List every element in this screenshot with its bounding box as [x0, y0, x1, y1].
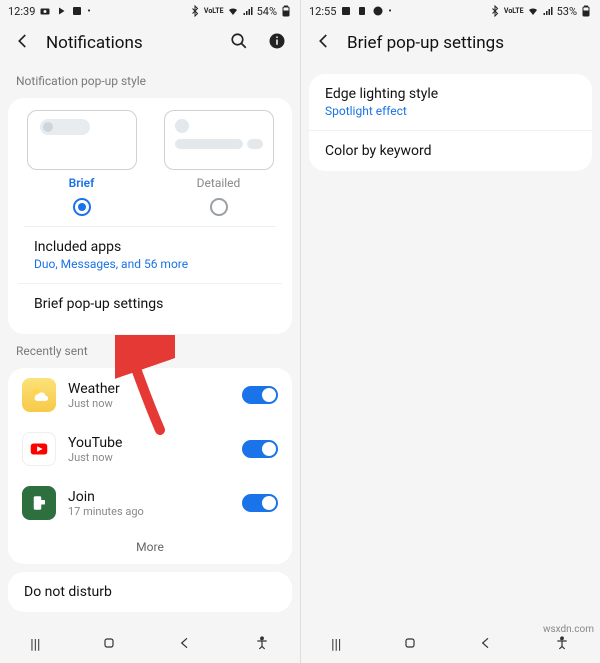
- watermark: wsxdn.com: [543, 624, 594, 635]
- more-dot: •: [87, 6, 90, 17]
- header: Notifications: [0, 22, 300, 68]
- nav-home[interactable]: [402, 635, 418, 655]
- search-icon[interactable]: [230, 32, 248, 54]
- recent-sub: Just now: [68, 451, 230, 464]
- included-title: Included apps: [34, 239, 266, 255]
- bluetooth-icon: [489, 5, 501, 17]
- battery-icon: [580, 5, 592, 17]
- gallery-icon: [71, 5, 83, 17]
- whatsapp-icon: [372, 5, 384, 17]
- toggle-youtube[interactable]: [242, 440, 278, 458]
- right-screen: 12:55 • VoLTE 53%: [300, 0, 600, 663]
- signal-icon: [542, 5, 554, 17]
- status-time: 12:55: [309, 5, 336, 18]
- bluetooth-icon: [189, 5, 201, 17]
- header: Brief pop-up settings: [301, 22, 600, 68]
- included-apps-item[interactable]: Included apps Duo, Messages, and 56 more: [18, 227, 282, 283]
- play-icon: [55, 5, 67, 17]
- radio-detailed[interactable]: [210, 198, 228, 216]
- signal-icon: [242, 5, 254, 17]
- toggle-join[interactable]: [242, 494, 278, 512]
- item-title: Color by keyword: [325, 143, 576, 159]
- style-option-brief[interactable]: Brief: [18, 110, 145, 216]
- page-title: Brief pop-up settings: [347, 33, 504, 53]
- toggle-weather[interactable]: [242, 386, 278, 404]
- popup-style-card: Brief Detailed Included apps Duo, Messag…: [8, 98, 292, 334]
- recent-card: Weather Just now YouTube Just now Join 1…: [8, 368, 292, 564]
- nav-recents[interactable]: |||: [30, 637, 40, 653]
- nav-accessibility[interactable]: [554, 635, 570, 655]
- clipboard-icon: [356, 5, 368, 17]
- radio-brief[interactable]: [73, 198, 91, 216]
- weather-icon: [22, 378, 56, 412]
- status-time: 12:39: [8, 5, 35, 18]
- battery-icon: [280, 5, 292, 17]
- page-title: Notifications: [46, 33, 143, 53]
- recent-title: YouTube: [68, 435, 230, 451]
- volte-icon: VoLTE: [204, 7, 224, 15]
- nav-back[interactable]: [177, 635, 193, 655]
- more-dot: •: [388, 6, 391, 17]
- left-screen: 12:39 • VoLTE 54%: [0, 0, 300, 663]
- battery-text: 54%: [257, 5, 277, 18]
- dnd-card[interactable]: Do not disturb: [8, 572, 292, 612]
- app-icon: [340, 5, 352, 17]
- wifi-icon: [527, 5, 539, 17]
- back-icon[interactable]: [315, 32, 333, 54]
- recent-title: Weather: [68, 381, 230, 397]
- brief-popup-title: Brief pop-up settings: [34, 296, 266, 312]
- recent-weather[interactable]: Weather Just now: [8, 368, 292, 422]
- nav-back[interactable]: [478, 635, 494, 655]
- recent-sub: Just now: [68, 397, 230, 410]
- brief-label: Brief: [69, 176, 95, 190]
- join-icon: [22, 486, 56, 520]
- item-sub: Spotlight effect: [325, 104, 576, 118]
- style-option-detailed[interactable]: Detailed: [155, 110, 282, 216]
- youtube-icon: [22, 432, 56, 466]
- back-icon[interactable]: [14, 32, 32, 54]
- edge-lighting-item[interactable]: Edge lighting style Spotlight effect: [309, 74, 592, 130]
- color-by-keyword-item[interactable]: Color by keyword: [309, 130, 592, 171]
- recent-title: Join: [68, 489, 230, 505]
- wifi-icon: [227, 5, 239, 17]
- nav-recents[interactable]: |||: [331, 637, 341, 653]
- detailed-label: Detailed: [197, 176, 241, 190]
- nav-bar: |||: [0, 627, 300, 663]
- nav-home[interactable]: [101, 635, 117, 655]
- recent-join[interactable]: Join 17 minutes ago: [8, 476, 292, 530]
- battery-text: 53%: [557, 5, 577, 18]
- status-bar: 12:55 • VoLTE 53%: [301, 0, 600, 22]
- included-sub: Duo, Messages, and 56 more: [34, 257, 266, 271]
- volte-icon: VoLTE: [504, 7, 524, 15]
- info-icon[interactable]: [268, 32, 286, 54]
- camera-icon: [39, 5, 51, 17]
- brief-popup-settings-item[interactable]: Brief pop-up settings: [18, 283, 282, 324]
- recent-sub: 17 minutes ago: [68, 505, 230, 518]
- nav-accessibility[interactable]: [254, 635, 270, 655]
- brief-thumb: [27, 110, 137, 170]
- recently-sent-label: Recently sent: [0, 338, 300, 364]
- dnd-title: Do not disturb: [24, 584, 276, 600]
- detailed-thumb: [164, 110, 274, 170]
- more-button[interactable]: More: [8, 530, 292, 564]
- popup-style-label: Notification pop-up style: [0, 68, 300, 94]
- status-bar: 12:39 • VoLTE 54%: [0, 0, 300, 22]
- recent-youtube[interactable]: YouTube Just now: [8, 422, 292, 476]
- item-title: Edge lighting style: [325, 86, 576, 102]
- settings-card: Edge lighting style Spotlight effect Col…: [309, 74, 592, 171]
